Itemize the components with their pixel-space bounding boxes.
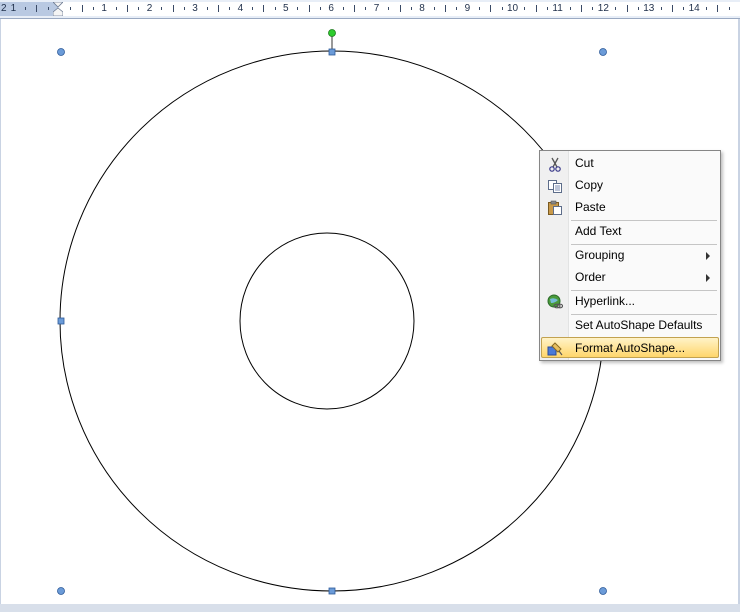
menu-item-order[interactable]: Order: [542, 267, 718, 288]
donut-outer-circle[interactable]: [59, 50, 605, 592]
scissors-icon: [549, 157, 561, 172]
menu-item-label: Hyperlink...: [575, 294, 636, 308]
donut-inner-circle[interactable]: [239, 232, 415, 410]
resize-handle-top[interactable]: [328, 48, 336, 56]
resize-handle-left[interactable]: [57, 317, 65, 325]
paste-icon: [548, 200, 562, 215]
menu-item-paste[interactable]: Paste: [542, 197, 718, 218]
menu-item-label: Add Text: [575, 224, 622, 238]
menu-item-cut[interactable]: Cut: [542, 153, 718, 174]
resize-handle-top-left[interactable]: [57, 48, 65, 56]
menu-item-label: Format AutoShape...: [575, 341, 686, 355]
resize-handle-bottom-right[interactable]: [599, 587, 607, 595]
menu-item-label: Cut: [575, 156, 594, 170]
hyperlink-icon: [547, 294, 563, 309]
resize-handle-bottom-left[interactable]: [57, 587, 65, 595]
menu-item-label: Paste: [575, 200, 606, 214]
menu-item-label: Grouping: [575, 248, 625, 262]
menu-item-label: Set AutoShape Defaults: [575, 318, 703, 332]
menu-item-label: Copy: [575, 178, 604, 192]
donut-shape[interactable]: [59, 50, 605, 592]
rotation-handle[interactable]: [328, 29, 336, 37]
submenu-arrow-icon: [706, 252, 710, 260]
menu-item-copy[interactable]: Copy: [542, 175, 718, 196]
submenu-arrow-icon: [706, 274, 710, 282]
menu-item-label: Order: [575, 270, 606, 284]
resize-handle-top-right[interactable]: [599, 48, 607, 56]
menu-item-add-text[interactable]: Add Text: [542, 221, 718, 242]
menu-item-grouping[interactable]: Grouping: [542, 245, 718, 266]
context-menu[interactable]: Cut Copy Paste Add Text Grouping Order H…: [539, 150, 721, 361]
menu-item-hyperlink[interactable]: Hyperlink...: [542, 291, 718, 312]
menu-item-format-autoshape[interactable]: Format AutoShape...: [541, 337, 719, 358]
menu-item-set-autoshape-defaults[interactable]: Set AutoShape Defaults: [542, 315, 718, 336]
format-autoshape-icon: [547, 342, 563, 356]
copy-icon: [548, 180, 562, 193]
resize-handle-bottom[interactable]: [328, 587, 336, 595]
